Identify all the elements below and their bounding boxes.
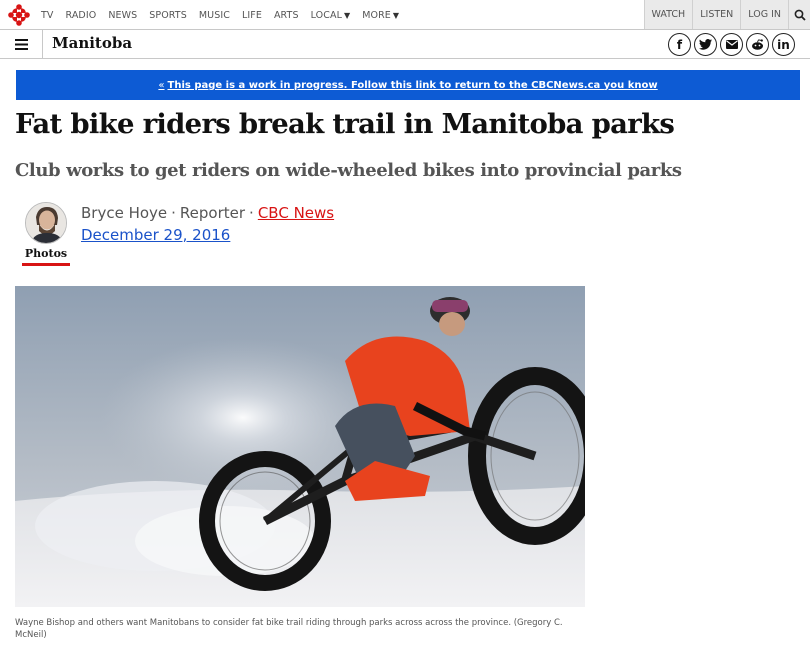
nav-item-sports[interactable]: SPORTS — [149, 10, 187, 21]
image-caption: Wayne Bishop and others want Manitobans … — [15, 618, 563, 640]
menu-button[interactable] — [0, 30, 43, 58]
nav-item-radio[interactable]: RADIO — [66, 10, 97, 21]
article-headline: Fat bike riders break trail in Manitoba … — [15, 108, 675, 140]
login-link[interactable]: LOG IN — [740, 0, 788, 29]
author-avatar[interactable] — [25, 202, 67, 244]
nav-item-more[interactable]: MORE ▼ — [362, 10, 399, 21]
nav-item-local[interactable]: LOCAL ▼ — [311, 10, 351, 21]
linkedin-icon[interactable]: in — [772, 33, 795, 56]
byline-separator: · — [171, 204, 176, 222]
listen-link[interactable]: LISTEN — [692, 0, 740, 29]
author-name: Bryce Hoye — [81, 204, 168, 222]
social-share: f in — [668, 33, 795, 56]
hamburger-icon — [14, 38, 28, 50]
author-role: Reporter — [179, 204, 246, 222]
banner-text: This page is a work in progress. Follow … — [167, 79, 658, 91]
email-icon[interactable] — [720, 33, 743, 56]
utility-nav: WATCH LISTEN LOG IN — [643, 0, 810, 29]
nav-local-label: LOCAL — [310, 9, 342, 21]
banner-prefix: « — [158, 79, 165, 91]
photos-tab[interactable]: Photos — [22, 247, 70, 260]
publish-date[interactable]: December 29, 2016 — [81, 226, 230, 244]
watch-link[interactable]: WATCH — [643, 0, 693, 29]
nav-item-tv[interactable]: TV — [41, 10, 54, 21]
section-title[interactable]: Manitoba — [52, 34, 132, 52]
byline-separator: · — [249, 204, 254, 222]
nav-item-music[interactable]: MUSIC — [199, 10, 230, 21]
twitter-icon[interactable] — [694, 33, 717, 56]
hero-image[interactable] — [15, 286, 585, 607]
banner-link[interactable]: «This page is a work in progress. Follow… — [158, 80, 657, 91]
search-button[interactable] — [788, 0, 810, 29]
reddit-icon[interactable] — [746, 33, 769, 56]
byline: Bryce Hoye · Reporter · CBC News — [81, 204, 334, 222]
facebook-icon[interactable]: f — [668, 33, 691, 56]
nav-more-label: MORE — [362, 9, 391, 21]
article-subheadline: Club works to get riders on wide-wheeled… — [15, 160, 682, 181]
cbc-gem-logo[interactable] — [8, 4, 30, 26]
caret-down-icon: ▼ — [343, 10, 351, 20]
photos-tab-underline — [22, 263, 70, 266]
source-link[interactable]: CBC News — [258, 204, 334, 222]
beta-banner: «This page is a work in progress. Follow… — [16, 70, 800, 100]
top-nav: TV RADIO NEWS SPORTS MUSIC LIFE ARTS LOC… — [0, 0, 810, 30]
nav-item-life[interactable]: LIFE — [242, 10, 262, 21]
search-icon — [794, 9, 806, 21]
primary-nav: TV RADIO NEWS SPORTS MUSIC LIFE ARTS LOC… — [41, 0, 411, 30]
caret-down-icon: ▼ — [392, 10, 400, 20]
nav-item-arts[interactable]: ARTS — [274, 10, 299, 21]
section-bar: Manitoba f in — [0, 30, 810, 59]
nav-item-news[interactable]: NEWS — [108, 10, 137, 21]
